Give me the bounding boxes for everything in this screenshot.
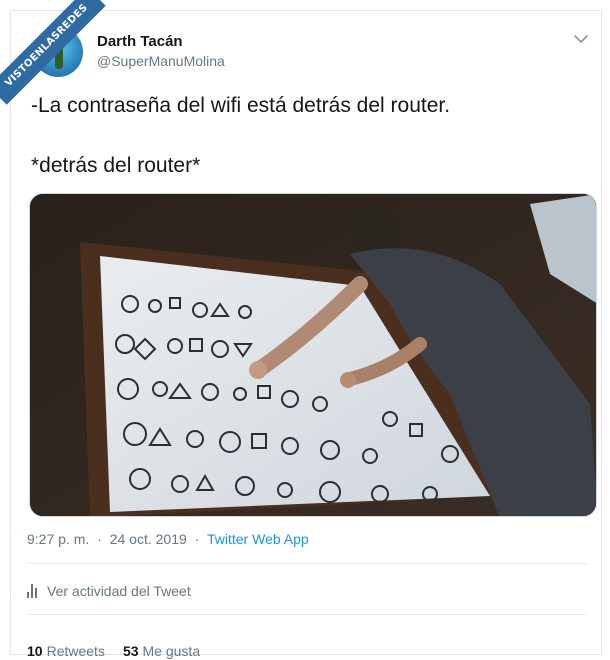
photo-scene bbox=[30, 194, 596, 516]
tweet-line-1: -La contraseña del wifi está detrás del … bbox=[31, 94, 451, 117]
author-display-name[interactable]: Darth Tacán bbox=[97, 33, 183, 50]
tweet-activity-link[interactable]: Ver actividad del Tweet bbox=[27, 583, 191, 599]
retweets-count: 10 bbox=[27, 643, 43, 659]
tweet-card: VISTOENLASREDES Darth Tacán @SuperManuMo… bbox=[0, 0, 602, 659]
tweet-activity-label: Ver actividad del Tweet bbox=[47, 583, 191, 599]
meta-separator-2: · bbox=[194, 531, 200, 547]
tweet-date[interactable]: 24 oct. 2019 bbox=[110, 531, 187, 547]
chevron-down-icon[interactable] bbox=[571, 29, 591, 49]
likes-stat[interactable]: 53 Me gusta bbox=[123, 643, 200, 659]
tweet-meta: 9:27 p. m. · 24 oct. 2019 · Twitter Web … bbox=[27, 531, 309, 547]
tweet-source-link[interactable]: Twitter Web App bbox=[207, 531, 309, 547]
divider-top bbox=[27, 563, 587, 564]
likes-count: 53 bbox=[122, 643, 139, 659]
likes-label: Me gusta bbox=[142, 643, 201, 659]
watermark-ribbon: VISTOENLASREDES bbox=[0, 0, 106, 105]
tweet-line-2: *detrás del router* bbox=[31, 154, 201, 177]
author-handle[interactable]: @SuperManuMolina bbox=[97, 53, 225, 69]
tweet-time[interactable]: 9:27 p. m. bbox=[27, 531, 89, 547]
tweet-stats: 10 Retweets 53 Me gusta bbox=[27, 643, 200, 659]
divider-bottom bbox=[27, 614, 587, 615]
meta-separator: · bbox=[97, 531, 102, 547]
bar-chart-icon bbox=[27, 584, 37, 598]
retweets-label: Retweets bbox=[46, 643, 105, 659]
tweet-photo[interactable] bbox=[29, 193, 597, 517]
retweets-stat[interactable]: 10 Retweets bbox=[27, 643, 105, 659]
